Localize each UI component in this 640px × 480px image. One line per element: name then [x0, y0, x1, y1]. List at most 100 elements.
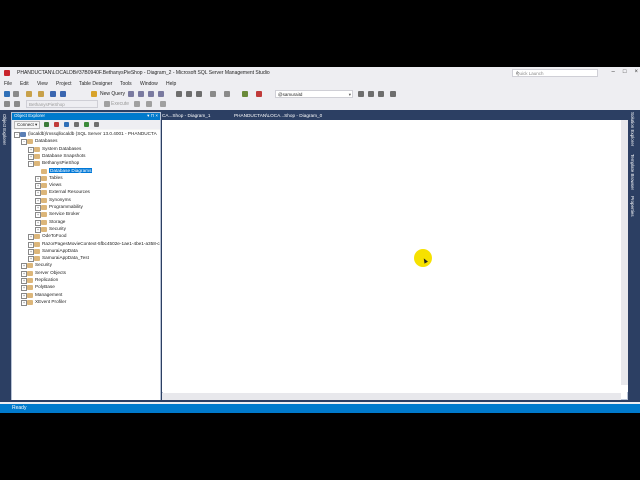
object-explorer-title: Object Explorer: [14, 113, 46, 118]
properties-tab[interactable]: Properties: [630, 196, 635, 217]
folder-icon: [41, 190, 47, 196]
folder-icon: [41, 205, 47, 210]
object-explorer-tree: − (localdb)\mssqllocaldb (SQL Server 13.0…: [12, 130, 160, 400]
standard-toolbar: New Query @samuraiId ▾: [0, 89, 640, 99]
maximize-icon[interactable]: □: [623, 69, 627, 75]
toolbox-icon[interactable]: [378, 91, 384, 97]
menu-file[interactable]: File: [4, 81, 12, 87]
disconnect-icon[interactable]: [14, 101, 20, 107]
diagram-canvas[interactable]: [162, 120, 628, 392]
cut-icon[interactable]: [176, 91, 182, 97]
folder-icon: [27, 263, 33, 269]
new-query-icon[interactable]: [91, 91, 97, 97]
tree-node-label: Replication: [35, 277, 59, 282]
folder-icon: [34, 241, 40, 247]
ssms-logo-icon: [4, 70, 10, 76]
object-explorer-panel: Object Explorer ▾ ⊓ × Connect ▾ − (locald…: [11, 112, 161, 400]
connect-button[interactable]: Connect ▾: [14, 121, 41, 129]
db-selector-value: @samuraiId: [278, 92, 303, 97]
execute-icon[interactable]: [104, 101, 110, 107]
results-icon[interactable]: [160, 101, 166, 107]
save-all-icon[interactable]: [60, 91, 66, 97]
refresh-icon[interactable]: [84, 122, 89, 127]
folder-icon: [41, 183, 47, 189]
tree-node-label: PolyBase: [35, 284, 55, 290]
paste-icon[interactable]: [196, 91, 202, 97]
save-icon[interactable]: [50, 91, 56, 97]
db-selector-dropdown[interactable]: @samuraiId ▾: [275, 90, 353, 98]
folder-icon: [41, 226, 47, 232]
menu-window[interactable]: Window: [140, 81, 158, 87]
undo-icon[interactable]: [210, 91, 216, 97]
folder-icon: [34, 248, 40, 254]
new-query-button[interactable]: New Query: [100, 91, 125, 97]
layout-icon[interactable]: [390, 91, 396, 97]
table-icon[interactable]: [242, 91, 248, 97]
horizontal-scrollbar[interactable]: [162, 393, 621, 400]
tree-node-label: (localdb)\mssqllocaldb (SQL Server 13.0.…: [28, 131, 157, 136]
redo-icon[interactable]: [224, 91, 230, 97]
menu-help[interactable]: Help: [166, 81, 176, 87]
parse-icon[interactable]: [146, 101, 152, 107]
panel-pin-icon[interactable]: ▾ ⊓ ×: [147, 113, 158, 119]
object-explorer-rail-tab[interactable]: Object Explorer: [2, 114, 7, 145]
menu-table-designer[interactable]: Table Designer: [79, 81, 112, 87]
tab-diagram-0[interactable]: PHANDUCTAN\LOCA...Shop - Diagram_0: [234, 113, 322, 118]
folder-icon: [41, 219, 47, 225]
forward-icon[interactable]: [13, 91, 19, 97]
activity-monitor-icon[interactable]: [94, 122, 99, 127]
database-combo-value: BethanysPieShop: [29, 102, 65, 107]
tree-node-label: XEvent Profiler: [35, 298, 67, 304]
disconnect-server-icon[interactable]: [54, 122, 59, 127]
properties-icon[interactable]: [368, 91, 374, 97]
menu-view[interactable]: View: [37, 81, 48, 87]
query-db-icon[interactable]: [128, 91, 134, 97]
status-text: Ready: [12, 405, 27, 411]
window-title: PHANDUCTAN\LOCALDB#37B0940F.BethanysPieS…: [17, 70, 270, 76]
menu-project[interactable]: Project: [56, 81, 72, 87]
solution-explorer-tab[interactable]: Solution Explorer: [630, 112, 635, 146]
vertical-scrollbar[interactable]: [621, 120, 628, 385]
tree-node-label: Databases: [35, 138, 58, 144]
folder-icon: [34, 234, 40, 240]
tree-node-label: Storage: [49, 218, 66, 224]
tree-node-label: SamuraiAppData: [42, 247, 78, 253]
cancel-query-icon[interactable]: [134, 101, 140, 107]
query-dmx-icon[interactable]: [148, 91, 154, 97]
copy-icon[interactable]: [186, 91, 192, 97]
database-combo[interactable]: BethanysPieShop: [26, 100, 98, 108]
find-icon[interactable]: [358, 91, 364, 97]
debug-icon[interactable]: [256, 91, 262, 97]
folder-icon: [34, 146, 40, 152]
tree-node-label: RazorPagesMovieContext-5fbc4502e-1ae1-4b…: [42, 240, 160, 246]
open-file-icon[interactable]: [38, 91, 44, 97]
tree-node-label: Security: [35, 262, 52, 268]
connect-icon[interactable]: [4, 101, 10, 107]
stop-icon[interactable]: [64, 122, 69, 127]
query-mdx-icon[interactable]: [138, 91, 144, 97]
folder-icon: [41, 175, 47, 181]
filter-icon[interactable]: [74, 122, 79, 127]
tab-diagram-1[interactable]: CA...Shop - Diagram_1: [162, 113, 210, 118]
close-icon[interactable]: ×: [634, 69, 638, 75]
title-bar: PHANDUCTAN\LOCALDB#37B0940F.BethanysPieS…: [0, 67, 640, 79]
execute-button[interactable]: Execute: [111, 101, 129, 107]
query-xmla-icon[interactable]: [158, 91, 164, 97]
template-browser-tab[interactable]: Template Browser: [630, 154, 635, 190]
menu-edit[interactable]: Edit: [20, 81, 29, 87]
folder-icon: [27, 270, 33, 276]
connect-server-icon[interactable]: [44, 122, 49, 127]
menu-tools[interactable]: Tools: [120, 81, 132, 87]
back-icon[interactable]: [4, 91, 10, 97]
minimize-icon[interactable]: –: [612, 69, 615, 75]
sql-editor-toolbar: BethanysPieShop Execute: [0, 99, 640, 109]
tree-node-label: External Resources: [49, 189, 90, 195]
folder-icon: [34, 161, 40, 167]
right-rail: Solution Explorer Template Browser Prope…: [628, 110, 640, 400]
object-explorer-header: Object Explorer ▾ ⊓ ×: [12, 113, 160, 120]
tree-node-label: BethanysPieShop: [42, 160, 80, 166]
search-icon: ⌕: [516, 70, 519, 76]
quick-launch-input[interactable]: Quick Launch ⌕: [512, 69, 598, 77]
new-project-icon[interactable]: [26, 91, 32, 97]
document-tabs: CA...Shop - Diagram_1 PHANDUCTAN\LOCA...…: [162, 112, 628, 120]
